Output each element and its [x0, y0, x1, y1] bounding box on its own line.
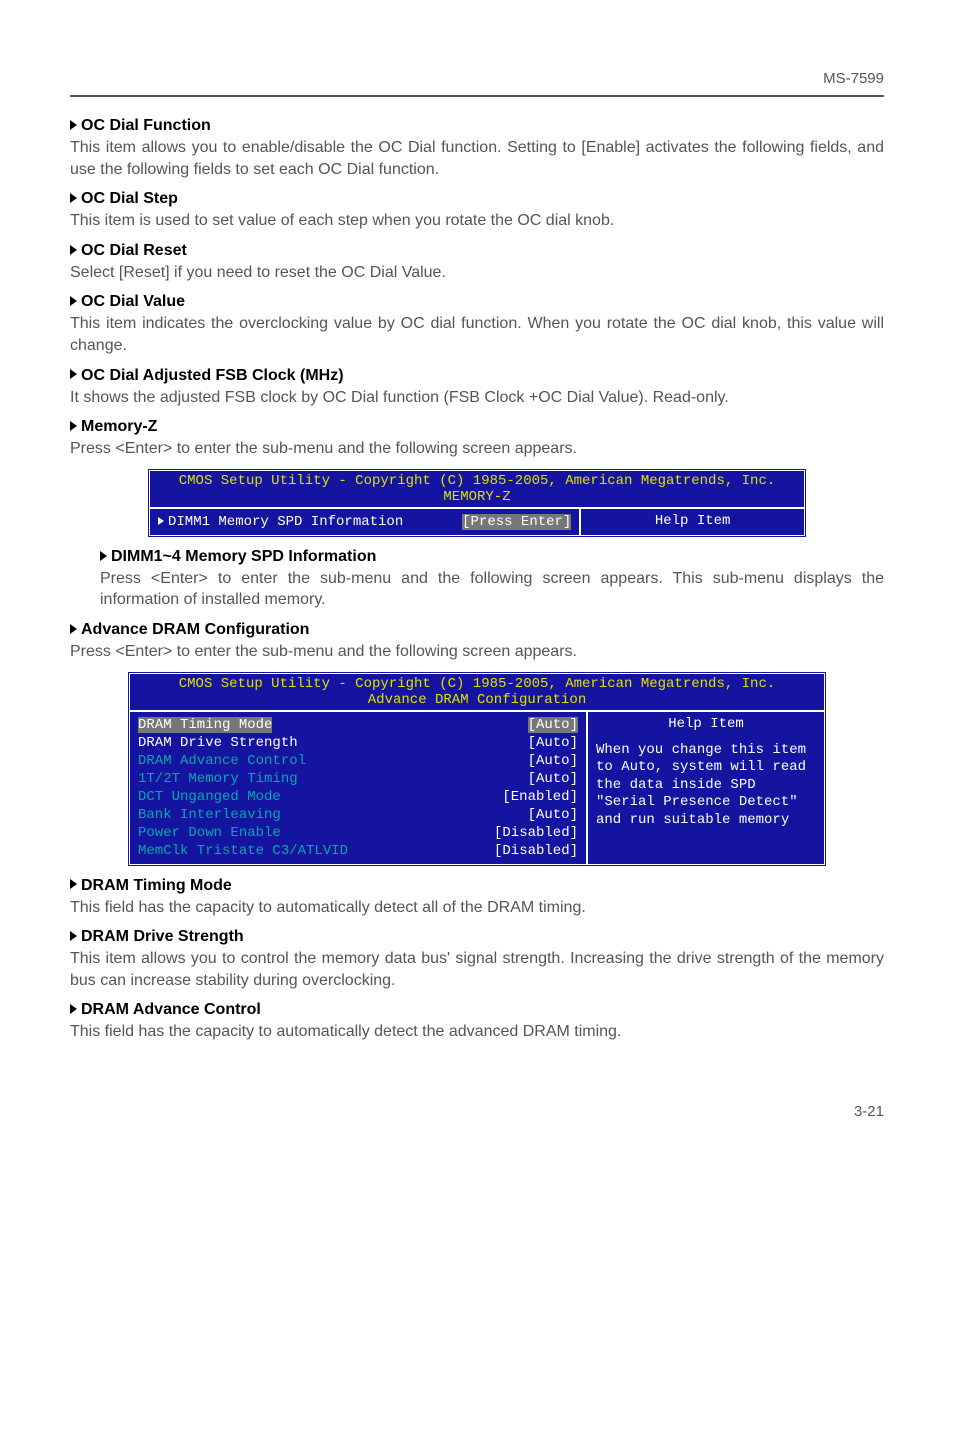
page-number: 3-21: [70, 1103, 884, 1120]
bios-header-line1: CMOS Setup Utility - Copyright (C) 1985-…: [130, 676, 824, 692]
section-title: OC Dial Function: [81, 117, 211, 134]
chevron-right-icon: [70, 879, 77, 889]
section-title: OC Dial Step: [81, 190, 178, 207]
bios-row: MemClk Tristate C3/ATLVID [Disabled]: [138, 842, 578, 860]
section-title: DRAM Advance Control: [81, 1001, 261, 1018]
section-dram-drive-strength: DRAM Drive Strength This item allows you…: [70, 928, 884, 991]
section-body: Press <Enter> to enter the sub-menu and …: [70, 438, 884, 460]
section-oc-dial-value: OC Dial Value This item indicates the ov…: [70, 293, 884, 356]
bios-label: DIMM1 Memory SPD Information: [168, 514, 403, 530]
section-body: Select [Reset] if you need to reset the …: [70, 262, 884, 284]
bios-row-dimm1-spd: DIMM1 Memory SPD Information [Press Ente…: [158, 513, 571, 531]
chevron-right-icon: [70, 369, 77, 379]
bios-label: DRAM Drive Strength: [138, 735, 298, 751]
bios-header-line1: CMOS Setup Utility - Copyright (C) 1985-…: [150, 473, 804, 489]
chevron-right-icon: [100, 551, 107, 561]
bios-value: [Auto]: [528, 771, 578, 787]
bios-row: DRAM Drive Strength [Auto]: [138, 734, 578, 752]
doc-number: MS-7599: [70, 70, 884, 87]
bios-label: DCT Unganged Mode: [138, 789, 281, 805]
section-oc-dial-adjusted-fsb: OC Dial Adjusted FSB Clock (MHz) It show…: [70, 367, 884, 409]
chevron-right-icon: [70, 245, 77, 255]
chevron-right-icon: [70, 193, 77, 203]
section-title: DIMM1~4 Memory SPD Information: [111, 548, 376, 565]
section-title: DRAM Drive Strength: [81, 928, 244, 945]
section-oc-dial-reset: OC Dial Reset Select [Reset] if you need…: [70, 242, 884, 284]
section-body: This item indicates the overclocking val…: [70, 313, 884, 356]
chevron-right-icon: [70, 120, 77, 130]
section-body: This field has the capacity to automatic…: [70, 897, 884, 919]
section-dram-timing-mode: DRAM Timing Mode This field has the capa…: [70, 877, 884, 919]
section-body: This field has the capacity to automatic…: [70, 1021, 884, 1043]
bios-label: 1T/2T Memory Timing: [138, 771, 298, 787]
bios-value: [Auto]: [528, 735, 578, 751]
section-body: This item is used to set value of each s…: [70, 210, 884, 232]
bios-value: [Auto]: [528, 807, 578, 823]
section-title: Advance DRAM Configuration: [81, 621, 309, 638]
bios-help-body: When you change this item to Auto, syste…: [596, 742, 816, 830]
bios-help-title: Help Item: [589, 513, 796, 529]
bios-value: [Press Enter]: [462, 514, 571, 530]
section-title: Memory-Z: [81, 418, 157, 435]
bios-row: DRAM Timing Mode [Auto]: [138, 716, 578, 734]
chevron-right-icon: [158, 517, 164, 525]
bios-label: DRAM Advance Control: [138, 753, 306, 769]
section-dram-advance-control: DRAM Advance Control This field has the …: [70, 1001, 884, 1043]
bios-row: DRAM Advance Control [Auto]: [138, 752, 578, 770]
chevron-right-icon: [70, 931, 77, 941]
section-body: This item allows you to enable/disable t…: [70, 137, 884, 180]
header-rule: [70, 95, 884, 97]
chevron-right-icon: [70, 1004, 77, 1014]
section-dimm-spd-info: DIMM1~4 Memory SPD Information Press <En…: [70, 548, 884, 611]
bios-label: DRAM Timing Mode: [138, 717, 272, 733]
bios-screenshot-memory-z: CMOS Setup Utility - Copyright (C) 1985-…: [147, 468, 807, 538]
bios-value: [Disabled]: [494, 843, 578, 859]
bios-header-line2: Advance DRAM Configuration: [130, 692, 824, 708]
bios-value: [Auto]: [528, 717, 578, 733]
section-body: Press <Enter> to enter the sub-menu and …: [100, 568, 884, 611]
bios-label: Bank Interleaving: [138, 807, 281, 823]
bios-label: Power Down Enable: [138, 825, 281, 841]
chevron-right-icon: [70, 421, 77, 431]
bios-label: MemClk Tristate C3/ATLVID: [138, 843, 348, 859]
bios-row: DCT Unganged Mode [Enabled]: [138, 788, 578, 806]
bios-row: 1T/2T Memory Timing [Auto]: [138, 770, 578, 788]
chevron-right-icon: [70, 624, 77, 634]
section-body: It shows the adjusted FSB clock by OC Di…: [70, 387, 884, 409]
section-title: OC Dial Reset: [81, 242, 187, 259]
section-oc-dial-step: OC Dial Step This item is used to set va…: [70, 190, 884, 232]
section-oc-dial-function: OC Dial Function This item allows you to…: [70, 117, 884, 180]
bios-help-title: Help Item: [596, 716, 816, 732]
section-body: This item allows you to control the memo…: [70, 948, 884, 991]
bios-header-line2: MEMORY-Z: [150, 489, 804, 505]
section-title: DRAM Timing Mode: [81, 877, 232, 894]
section-memory-z: Memory-Z Press <Enter> to enter the sub-…: [70, 418, 884, 460]
bios-value: [Disabled]: [494, 825, 578, 841]
bios-row: Power Down Enable [Disabled]: [138, 824, 578, 842]
bios-screenshot-advance-dram: CMOS Setup Utility - Copyright (C) 1985-…: [127, 671, 827, 867]
section-advance-dram-config: Advance DRAM Configuration Press <Enter>…: [70, 621, 884, 663]
chevron-right-icon: [70, 296, 77, 306]
bios-value: [Auto]: [528, 753, 578, 769]
bios-value: [Enabled]: [502, 789, 578, 805]
section-title: OC Dial Value: [81, 293, 185, 310]
section-title: OC Dial Adjusted FSB Clock (MHz): [81, 367, 344, 384]
bios-row: Bank Interleaving [Auto]: [138, 806, 578, 824]
section-body: Press <Enter> to enter the sub-menu and …: [70, 641, 884, 663]
